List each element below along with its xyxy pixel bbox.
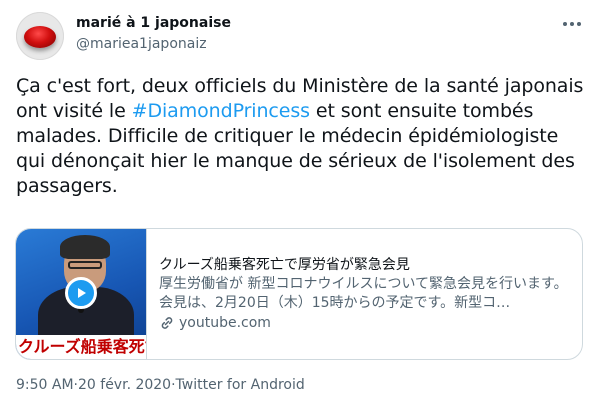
card-domain-text: youtube.com: [179, 314, 271, 331]
more-options-button[interactable]: [560, 14, 584, 34]
play-icon: [78, 288, 86, 298]
card-content: クルーズ船乗客死亡で厚労省が緊急会見 厚生労働省が 新型コロナウイルスについて緊…: [147, 229, 582, 359]
author-display-name[interactable]: marié à 1 japonaise: [76, 14, 231, 32]
thumbnail-person-glasses: [68, 261, 102, 269]
thumbnail-person-hair: [60, 235, 110, 259]
video-thumbnail[interactable]: クルーズ船乗客死亡で: [16, 229, 147, 359]
card-domain: youtube.com: [159, 314, 570, 333]
play-button[interactable]: [65, 277, 97, 309]
author-handle[interactable]: @mariea1japonaiz: [76, 35, 207, 53]
card-description: 厚生労働省が 新型コロナウイルスについて緊急会見を行います。会見は、2月20日（…: [159, 275, 568, 311]
tweet-date[interactable]: 20 févr. 2020: [78, 376, 171, 394]
tweet-source[interactable]: Twitter for Android: [176, 376, 305, 394]
avatar-image: [24, 26, 56, 48]
more-horizontal-icon: [563, 22, 581, 26]
hashtag-link[interactable]: #DiamondPrincess: [132, 100, 310, 122]
tweet-text: Ça c'est fort, deux officiels du Ministè…: [16, 74, 588, 199]
tweet-metadata: 9:50 AM · 20 févr. 2020 · Twitter for An…: [16, 376, 305, 394]
tweet-time[interactable]: 9:50 AM: [16, 376, 74, 394]
author-avatar[interactable]: [16, 12, 64, 60]
link-icon: [161, 317, 173, 329]
card-title: クルーズ船乗客死亡で厚労省が緊急会見: [159, 256, 410, 273]
link-preview-card[interactable]: クルーズ船乗客死亡で クルーズ船乗客死亡で厚労省が緊急会見 厚生労働省が 新型コ…: [15, 228, 583, 360]
thumbnail-caption-banner: クルーズ船乗客死亡で: [16, 335, 146, 359]
